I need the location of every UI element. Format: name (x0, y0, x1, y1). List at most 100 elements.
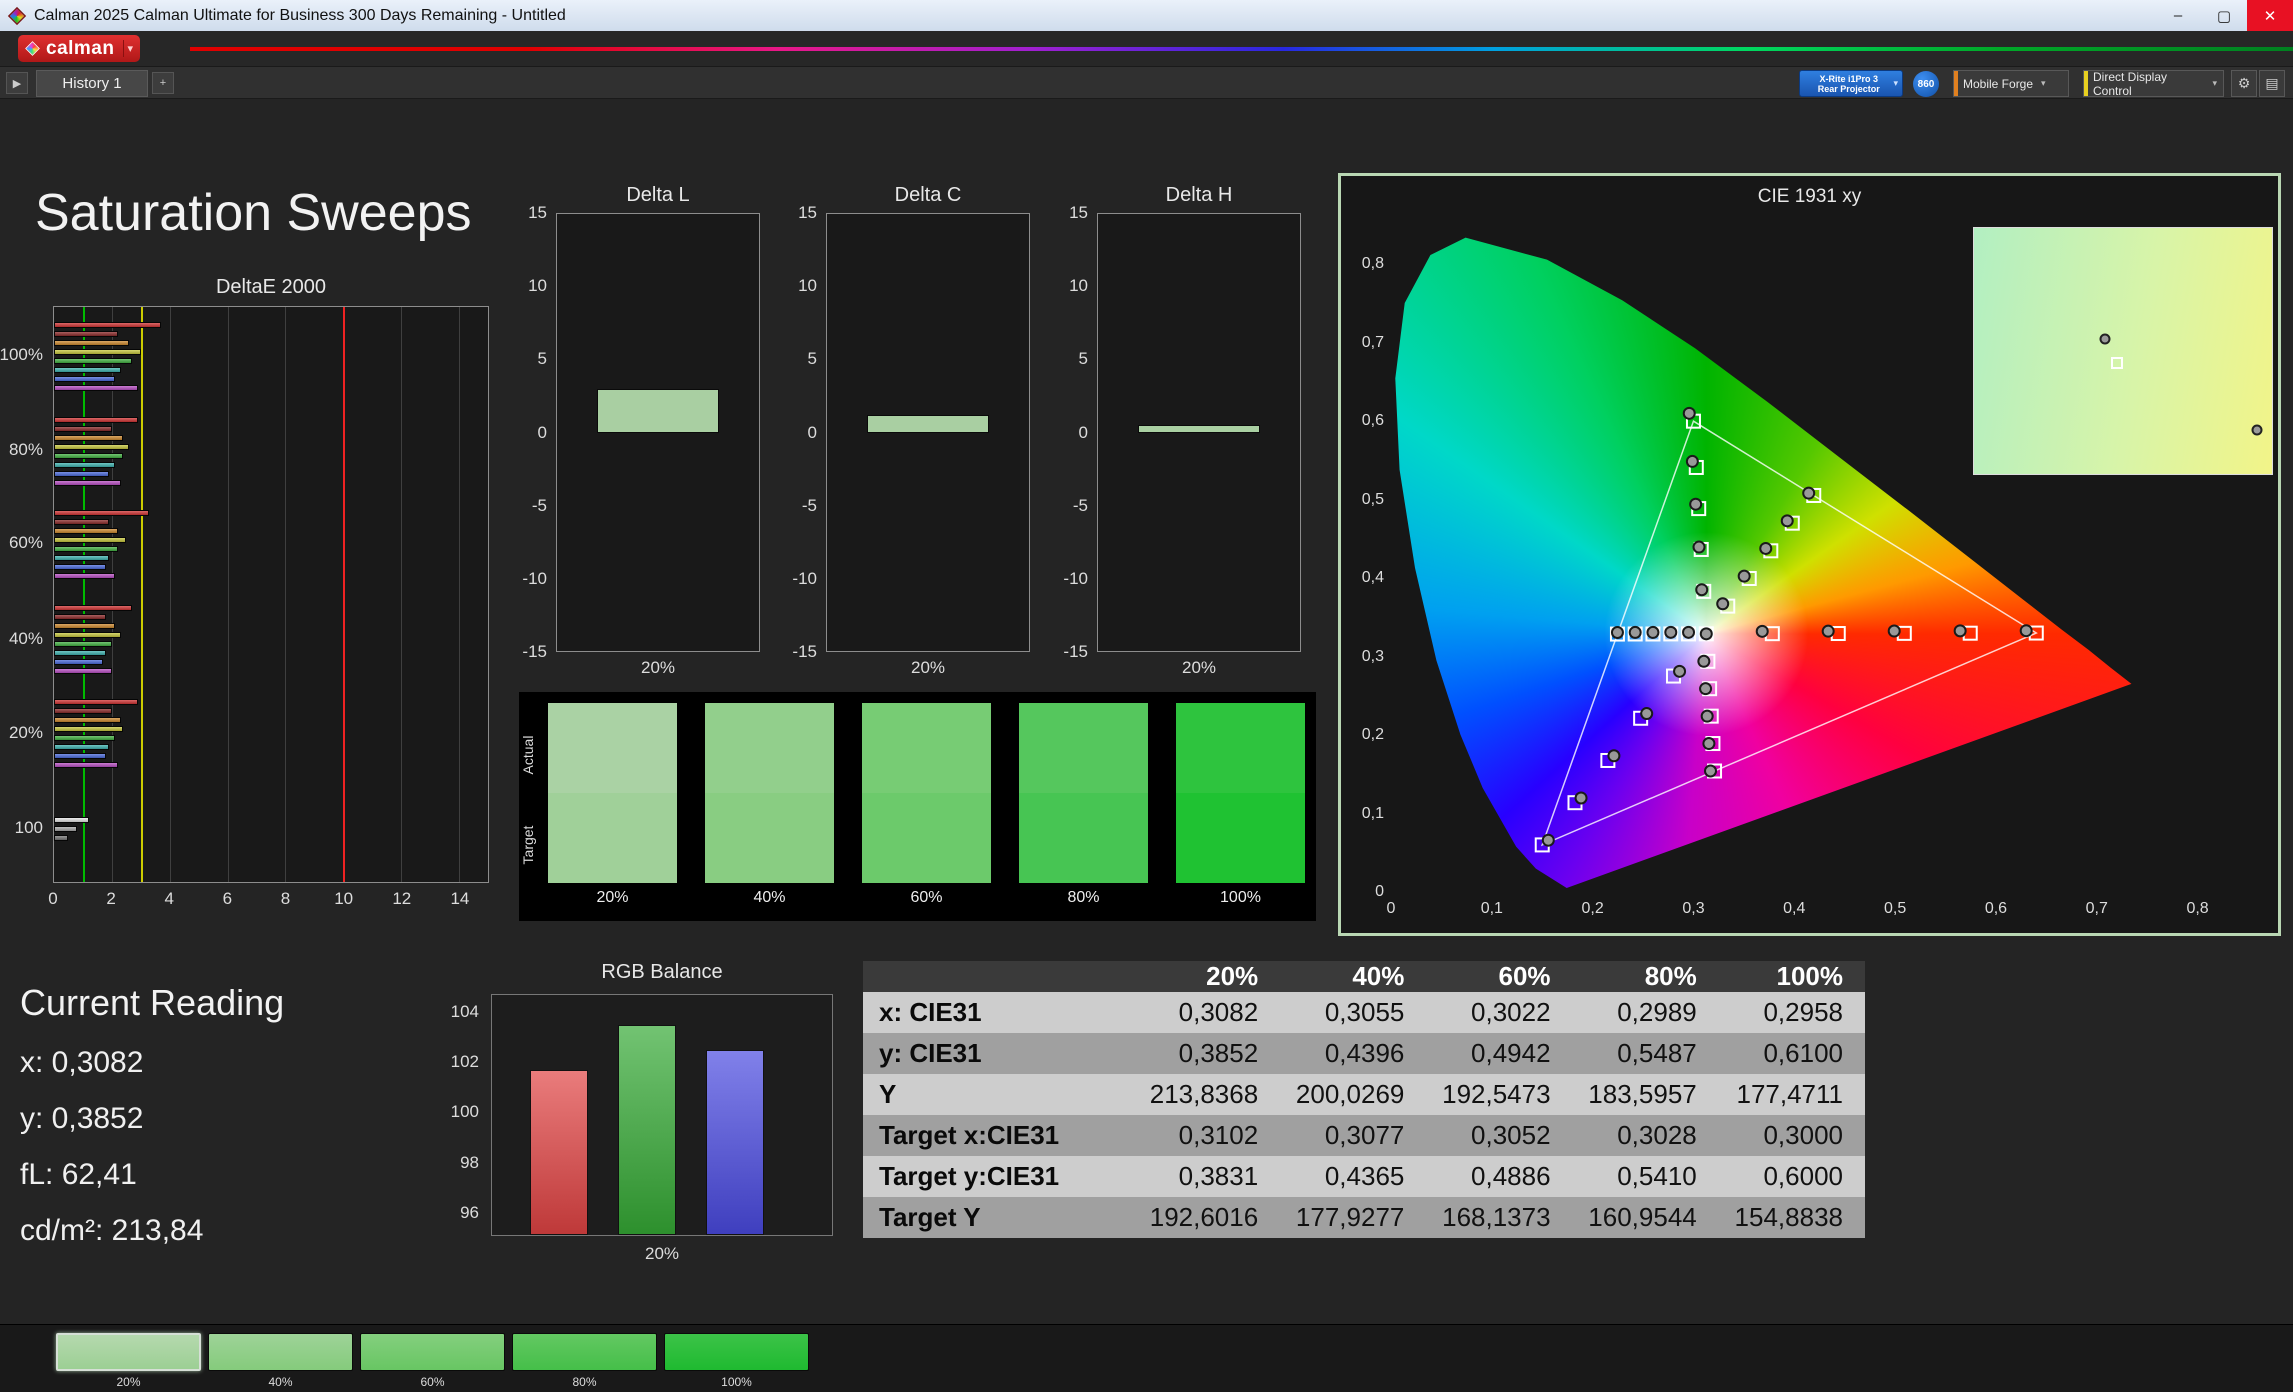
settings-gear-button[interactable]: ⚙ (2231, 70, 2257, 97)
y-tick-label: 0 (807, 422, 817, 442)
reading-x: x: 0,3082 (20, 1046, 144, 1079)
deltae-bar (54, 479, 121, 486)
deltae-bar (54, 461, 115, 468)
deltae-y-axis: 100% 80% 60% 40% 20% 100 (0, 306, 48, 883)
y-tick-label: 100 (14, 818, 43, 838)
title-bar: Calman 2025 Calman Ultimate for Business… (0, 0, 2293, 31)
chevron-down-icon[interactable]: ▾ (123, 40, 136, 57)
app-icon (7, 6, 27, 25)
delta-bar (597, 388, 719, 433)
actual-target-swatch-panel: Actual Target 20% 40% 60% 80% 100% (519, 692, 1316, 921)
deltae-bar (54, 357, 133, 364)
table-cell: 0,4942 (1426, 1033, 1573, 1074)
table-cell: 0,4365 (1280, 1156, 1427, 1197)
swatch-label: 100% (1220, 889, 1261, 906)
target-swatch (705, 793, 834, 883)
actual-swatch (1019, 703, 1148, 793)
saturation-step-button-80%[interactable] (512, 1333, 657, 1371)
measured-point (1682, 406, 1696, 420)
x-tick-label: 0,2 (1581, 900, 1604, 917)
x-tick-label: 10 (334, 889, 354, 908)
y-tick-label: -5 (801, 495, 817, 515)
y-tick-label: 0,3 (1361, 647, 1384, 665)
deltae-bar (54, 425, 112, 432)
minimize-button[interactable]: – (2155, 0, 2201, 31)
column-header: 20% (1134, 961, 1281, 992)
deltae-chart (53, 306, 489, 883)
table-cell: 160,9544 (1572, 1197, 1719, 1238)
table-cell: 183,5957 (1572, 1074, 1719, 1115)
measured-point (1607, 749, 1621, 763)
layout-button[interactable]: ▤ (2259, 70, 2285, 97)
add-tab-button[interactable]: + (152, 72, 174, 94)
maximize-button[interactable]: ▢ (2201, 0, 2247, 31)
measured-point (1574, 791, 1588, 805)
table-cell: 0,3102 (1134, 1115, 1281, 1156)
delta-c-chart: Delta C 15 10 5 0 -5 -10 -15 20% (792, 184, 1030, 684)
saturation-step-button-60%[interactable] (360, 1333, 505, 1371)
saturation-step-button-20%[interactable] (56, 1333, 201, 1371)
y-tick-label: 98 (460, 1152, 479, 1172)
deltae-bar (54, 554, 109, 561)
measured-point (1610, 625, 1624, 639)
y-tick-label: 0,7 (1361, 333, 1384, 351)
x-tick-label: 12 (392, 889, 412, 908)
measured-point (1716, 597, 1730, 611)
cie-1931-panel: CIE 1931 xy 0 0,1 0,2 0,3 0,4 0,5 0,6 0,7 0,8 00… (1338, 173, 2281, 936)
target-swatch (1019, 793, 1148, 883)
calman-diamond-icon (25, 41, 40, 56)
measured-point (1541, 833, 1555, 847)
saturation-swatch: 40% (705, 703, 834, 906)
measured-point (1821, 624, 1835, 638)
meter-status-badge[interactable]: 860 (1913, 71, 1939, 97)
tab-history-1[interactable]: History 1 (36, 70, 148, 97)
layout-icon: ▤ (2265, 75, 2279, 91)
gridline (459, 307, 461, 882)
step-button-label: 80% (572, 1375, 597, 1389)
saturation-step-button-100%[interactable] (664, 1333, 809, 1371)
display-control-button[interactable]: Direct Display Control ▾ (2083, 70, 2224, 98)
y-tick-label: -5 (1072, 495, 1088, 515)
bottom-bar: 20%40%60%80%100% ☀▦▶▧↻ ■ ♪ Back Next ♪ (0, 1324, 2293, 1392)
table-cell: 213,8368 (1134, 1074, 1281, 1115)
table-cell: 0,5410 (1572, 1156, 1719, 1197)
x-axis-label: 20% (910, 658, 946, 677)
table-cell: 177,4711 (1718, 1074, 1865, 1115)
calman-logo-button[interactable]: calman ▾ (18, 35, 141, 62)
deltae-bar (54, 650, 107, 657)
table-header-row: 20% 40% 60% 80% 100% (863, 961, 1865, 992)
deltae-x-axis: 0 2 4 6 8 10 12 14 (48, 889, 489, 909)
deltae-bar (54, 348, 141, 355)
y-tick-label: 20% (8, 722, 43, 742)
y-tick-label: -10 (792, 568, 817, 588)
target-swatch (862, 793, 991, 883)
gridline (227, 307, 229, 882)
cie-x-axis: 0 0,1 0,2 0,3 0,4 0,5 0,6 0,7 0,8 (1387, 900, 2248, 920)
deltae-bar (54, 632, 121, 639)
measured-point (1702, 737, 1716, 751)
meter-select-button[interactable]: X-Rite i1Pro 3 Rear Projector ▾ (1799, 70, 1903, 97)
expand-panel-button[interactable]: ▶ (6, 72, 28, 94)
table-row: Target x:CIE31 0,3102 0,3077 0,3052 0,3028 0,… (863, 1115, 1865, 1156)
table-row: Y 213,8368 200,0269 192,5473 183,5957 177,471… (863, 1074, 1865, 1115)
cie-y-axis: 0 0,1 0,2 0,3 0,4 0,5 0,6 0,7 0,8 (1343, 225, 1387, 900)
reading-y: y: 0,3852 (20, 1102, 144, 1135)
x-tick-label: 0 (1386, 900, 1396, 917)
table-cell: 0,3028 (1572, 1115, 1719, 1156)
source-select-button[interactable]: Mobile Forge ▾ (1953, 70, 2069, 97)
display-accent-bar (2084, 71, 2088, 96)
measurement-results-table: 20% 40% 60% 80% 100% x: CIE31 0,3082 0,3055 0,3… (863, 961, 1865, 1238)
measured-point (1695, 583, 1709, 597)
column-header: 100% (1718, 961, 1865, 992)
table-cell: 0,6100 (1718, 1033, 1865, 1074)
saturation-step-button-40%[interactable] (208, 1333, 353, 1371)
deltae-bar (54, 614, 107, 621)
close-button[interactable]: ✕ (2247, 0, 2293, 31)
inset-measured-point (2099, 333, 2111, 345)
actual-row-label: Actual (520, 735, 536, 775)
plot-area (1097, 213, 1301, 652)
deltae-bar (54, 509, 150, 516)
table-cell: 0,3000 (1718, 1115, 1865, 1156)
deltae-bar (54, 717, 121, 724)
actual-swatch (705, 703, 834, 793)
